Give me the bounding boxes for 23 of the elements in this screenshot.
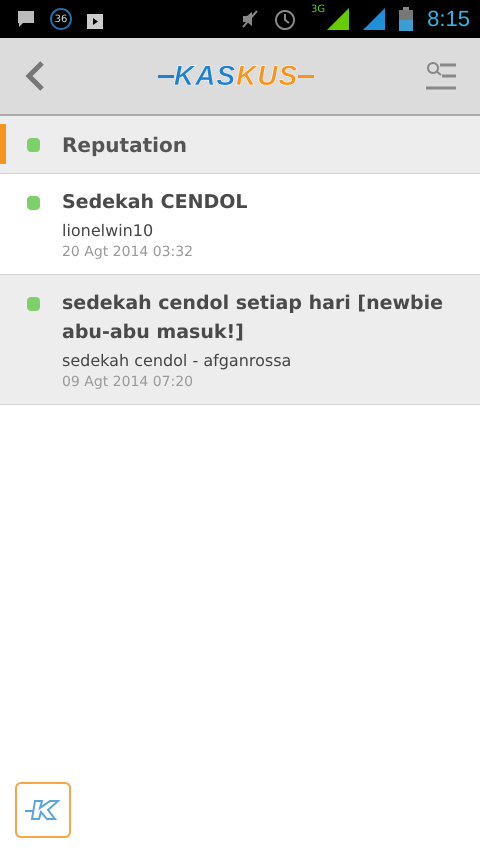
notification-date: 20 Agt 2014 03:32 <box>62 244 194 260</box>
section-title: Reputation <box>62 132 187 156</box>
battery-icon <box>399 7 414 31</box>
mute-icon <box>241 9 260 29</box>
notification-subtitle: sedekah cendol - afganrossa <box>62 351 292 370</box>
search-menu-button[interactable] <box>426 61 456 91</box>
back-button[interactable] <box>24 60 46 92</box>
notification-title: Sedekah CENDOL <box>62 190 248 215</box>
signal-icon <box>327 8 350 30</box>
clock-time: 8:15 <box>427 6 470 32</box>
notification-subtitle: lionelwin10 <box>62 221 154 240</box>
k-logo-icon <box>25 799 61 821</box>
notification-title: sedekah cendol setiap hari [newbie abu-abu masuk!] <box>62 291 444 345</box>
notification-count: 36 <box>50 8 72 30</box>
alarm-icon <box>273 7 298 31</box>
notification-row[interactable]: sedekah cendol setiap hari [newbie abu-abu masuk!] sedekah cendol - afganrossa 09 Agt 2014 07:20 <box>0 275 480 405</box>
kaskus-logo: KASKUS <box>158 60 314 92</box>
chat-icon <box>16 10 36 28</box>
wifi-signal-icon <box>363 8 386 30</box>
notification-date: 09 Agt 2014 07:20 <box>62 374 194 390</box>
network-type: 3G <box>311 4 326 15</box>
kaskus-button[interactable] <box>15 782 71 838</box>
section-header[interactable]: Reputation <box>0 116 480 174</box>
